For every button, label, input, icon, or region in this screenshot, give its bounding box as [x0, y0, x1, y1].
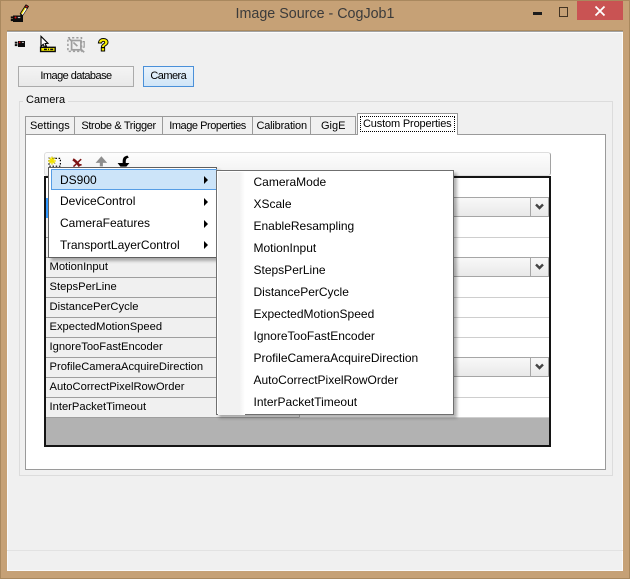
svg-text:?: ? — [98, 36, 108, 55]
